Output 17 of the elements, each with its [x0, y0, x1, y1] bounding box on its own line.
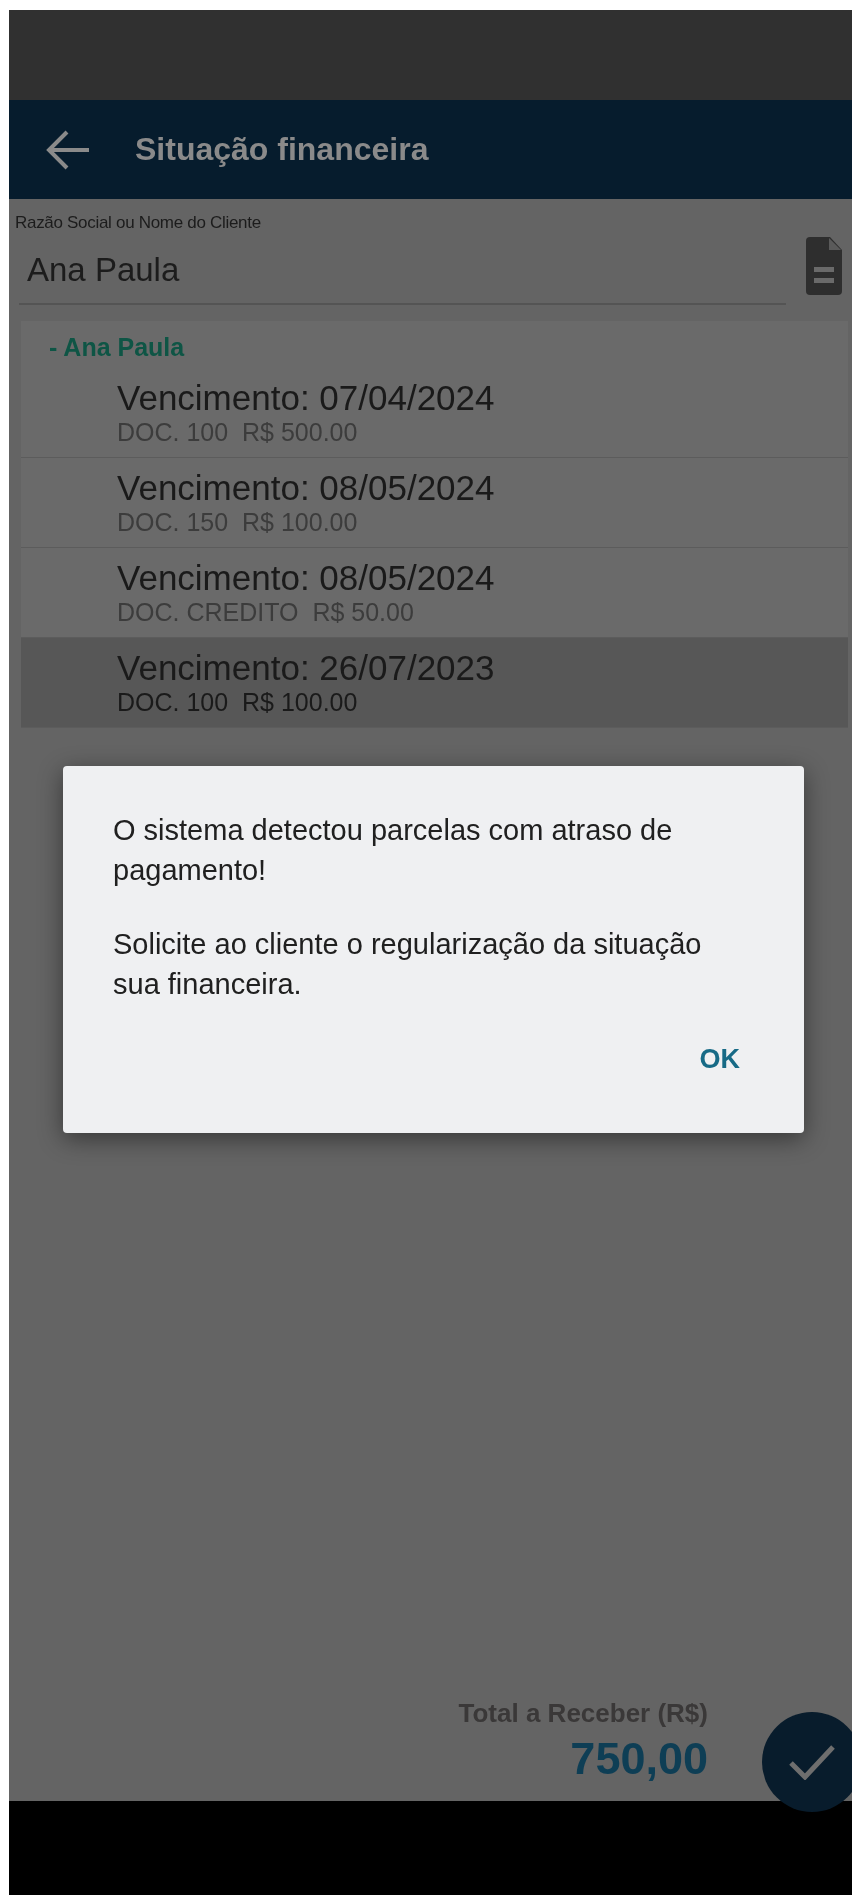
back-arrow-icon[interactable]: [45, 129, 91, 170]
due-date-text: Vencimento: 26/07/2023: [117, 648, 495, 688]
dialog-message: Solicite ao cliente o regularização da situação sua financeira.: [113, 927, 703, 1002]
screen-title: Situação financeira: [135, 131, 429, 168]
document-icon[interactable]: [806, 237, 842, 295]
ok-button[interactable]: OK: [685, 1036, 754, 1083]
field-label: Razão Social ou Nome do Cliente: [15, 213, 261, 233]
checkmark-icon: [788, 1744, 836, 1780]
due-date-text: Vencimento: 08/05/2024: [117, 558, 495, 598]
group-title: - Ana Paula: [48, 332, 185, 363]
installment-row[interactable]: Vencimento: 26/07/2023 DOC. 100 R$ 100.00: [21, 638, 848, 728]
due-date-text: Vencimento: 08/05/2024: [117, 468, 495, 508]
document-amount-text: DOC. 100 R$ 100.00: [117, 688, 358, 717]
total-value: 750,00: [570, 1732, 708, 1785]
client-name-field[interactable]: Ana Paula: [19, 233, 786, 305]
dialog-message: O sistema detectou parcelas com atraso de pagamento!: [113, 813, 674, 888]
due-date-text: Vencimento: 07/04/2024: [117, 378, 495, 418]
